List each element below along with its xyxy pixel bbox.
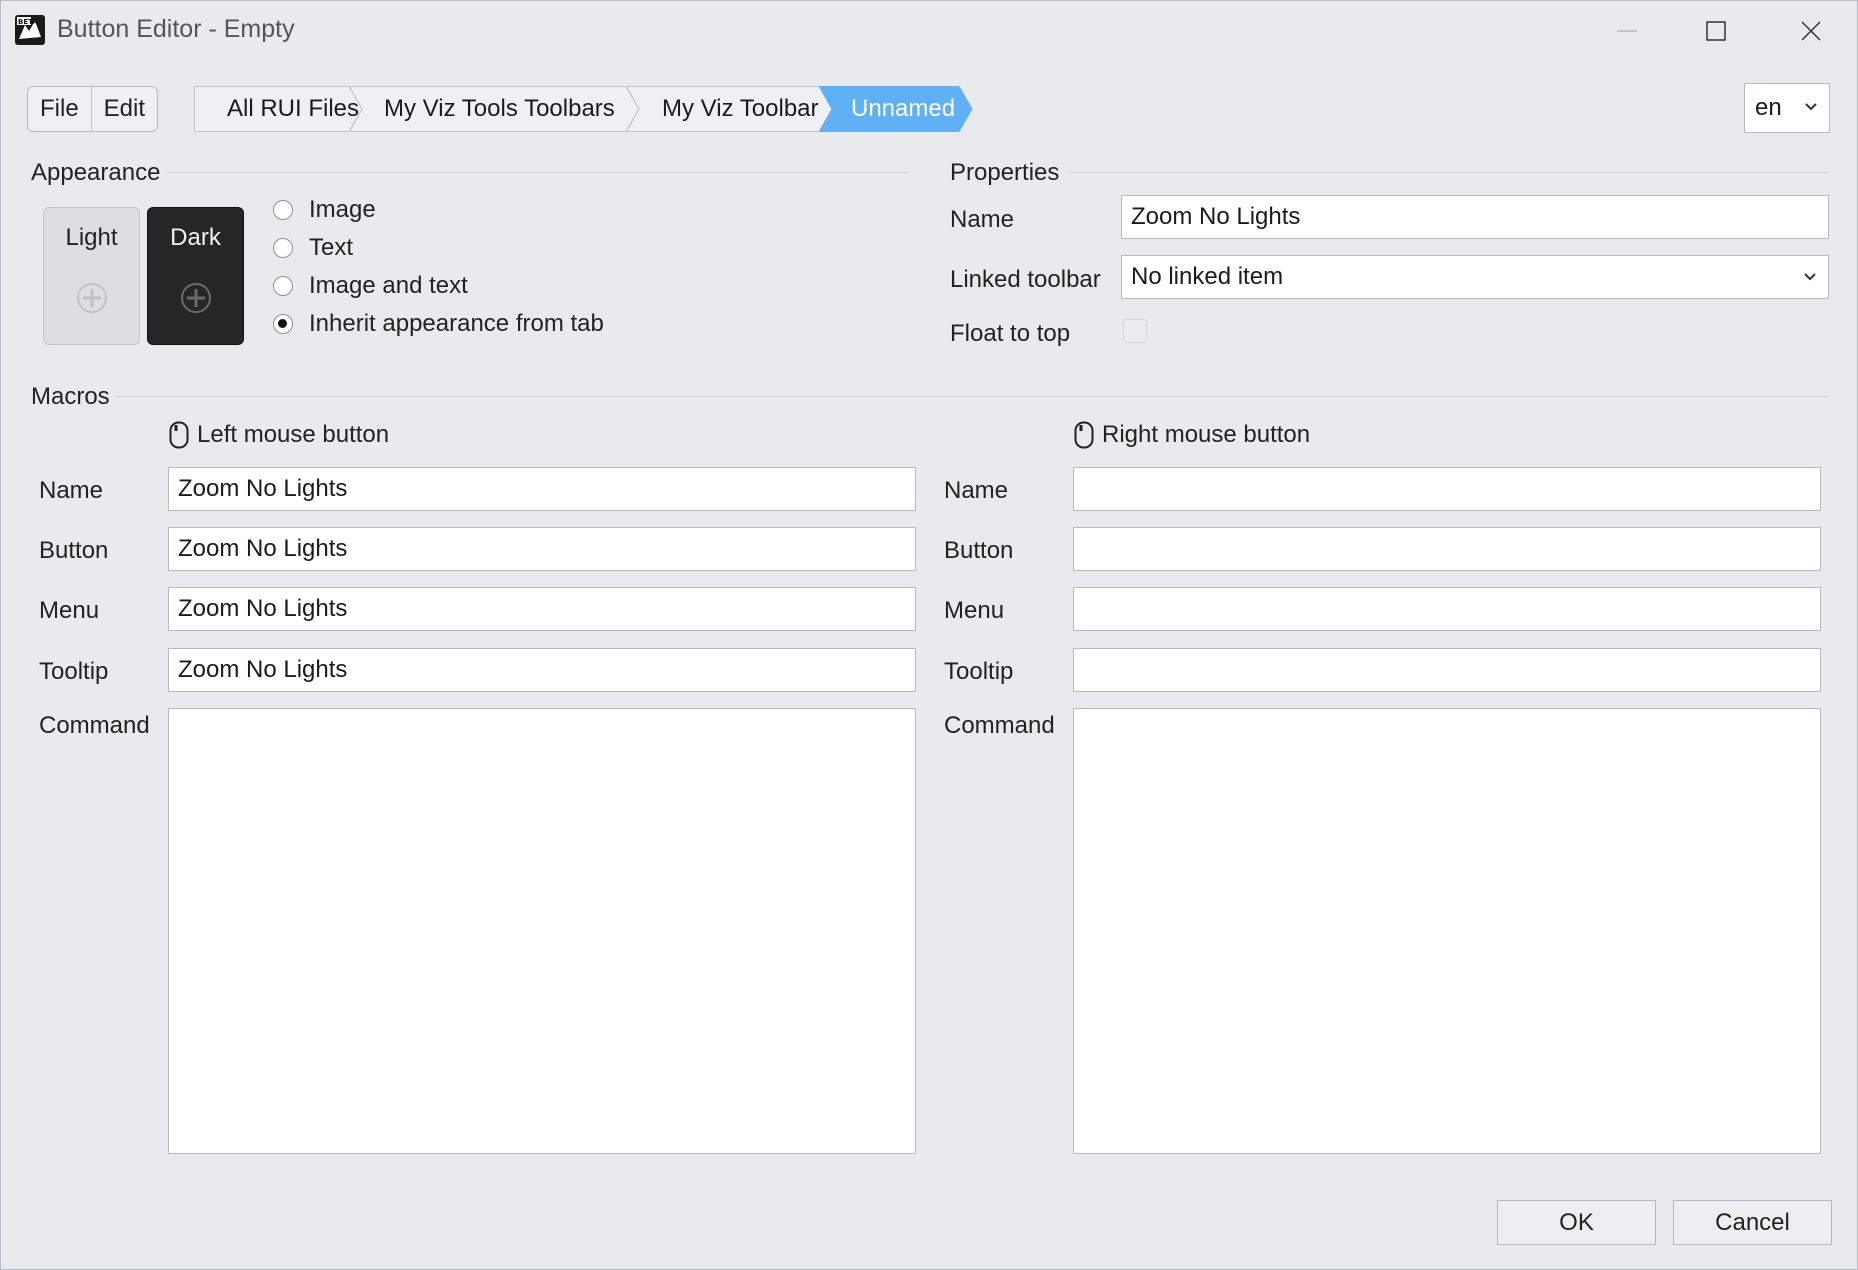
dark-image-swatch[interactable]: Dark [147,207,244,345]
left-menu-label: Menu [39,597,100,624]
right-menu-field[interactable] [1073,587,1821,631]
close-button[interactable] [1791,11,1831,51]
dark-label: Dark [170,224,221,251]
mouse-left-icon [169,421,189,449]
language-value: en [1755,94,1782,121]
maximize-icon [1706,21,1726,41]
right-name-label: Name [944,477,1009,504]
left-mouse-heading: Left mouse button [169,421,389,449]
linked-toolbar-value: No linked item [1131,263,1284,290]
right-tooltip-label: Tooltip [944,658,1014,685]
left-button-field[interactable]: Zoom No Lights [168,527,916,571]
left-menu-field[interactable]: Zoom No Lights [168,587,916,631]
breadcrumb-item-my-viz-toolbar[interactable]: My Viz Toolbar [626,86,834,132]
properties-title: Properties [950,159,1060,186]
left-button-label: Button [39,537,109,564]
appearance-title: Appearance [31,159,161,186]
left-name-field[interactable]: Zoom No Lights [168,467,916,511]
menu-edit[interactable]: Edit [90,87,157,131]
add-image-icon [77,283,107,313]
minimize-button[interactable] [1607,11,1647,51]
minimize-icon [1617,30,1637,32]
menu-file[interactable]: File [28,87,91,131]
left-tooltip-field[interactable]: Zoom No Lights [168,648,916,692]
light-label: Light [65,224,118,251]
right-button-label: Button [944,537,1014,564]
right-tooltip-field[interactable] [1073,648,1821,692]
properties-divider [1069,172,1829,173]
breadcrumb-item-my-viz-tools-toolbars[interactable]: My Viz Tools Toolbars [349,86,641,132]
cancel-button[interactable]: Cancel [1673,1200,1832,1245]
mouse-right-icon [1074,421,1094,449]
radio-image-and-text[interactable]: Image and text [273,271,468,301]
window-title: Button Editor - Empty [57,15,295,43]
maximize-button[interactable] [1696,11,1736,51]
radio-button-selected[interactable] [273,314,293,334]
breadcrumb-item-all-rui-files[interactable]: All RUI Files [194,86,364,132]
right-menu-label: Menu [944,597,1005,624]
radio-label: Text [309,234,354,261]
ok-button[interactable]: OK [1497,1200,1656,1245]
left-mouse-heading-label: Left mouse button [197,421,390,448]
svg-text:BETA: BETA [18,18,38,26]
right-name-field[interactable] [1073,467,1821,511]
properties-name-field[interactable]: Zoom No Lights [1121,195,1829,239]
linked-toolbar-select[interactable]: No linked item [1121,255,1829,299]
left-command-textarea[interactable] [168,708,916,1154]
macros-title: Macros [31,383,110,410]
right-command-textarea[interactable] [1073,708,1821,1154]
right-mouse-heading-label: Right mouse button [1102,421,1311,448]
left-tooltip-label: Tooltip [39,658,109,685]
add-image-icon [181,283,211,313]
radio-button[interactable] [273,276,293,296]
radio-label: Image and text [309,272,468,299]
chevron-down-icon [1804,273,1816,281]
radio-image[interactable]: Image [273,195,376,225]
light-image-swatch[interactable]: Light [43,207,140,345]
radio-text[interactable]: Text [273,233,353,263]
macros-divider [115,396,1829,397]
rhino-beta-icon: BETA [15,15,45,45]
language-select[interactable]: en [1744,83,1830,133]
radio-button[interactable] [273,200,293,220]
chevron-down-icon [1805,103,1817,111]
right-mouse-heading: Right mouse button [1074,421,1310,449]
button-editor-window: BETA Button Editor - Empty File Edit All… [0,0,1858,1270]
menu-bar: File Edit [27,86,159,132]
float-to-top-label: Float to top [950,320,1071,347]
right-command-label: Command [944,712,1055,739]
float-to-top-checkbox[interactable] [1123,319,1147,343]
radio-label: Image [309,196,376,223]
right-button-field[interactable] [1073,527,1821,571]
left-command-label: Command [39,712,150,739]
left-name-label: Name [39,477,104,504]
name-label: Name [950,206,1015,233]
title-bar: BETA Button Editor - Empty [1,1,1857,59]
radio-label: Inherit appearance from tab [309,310,604,337]
close-icon [1801,21,1821,41]
breadcrumb-item-unnamed[interactable]: Unnamed [819,86,974,132]
linked-toolbar-label: Linked toolbar [950,266,1101,293]
appearance-divider [167,172,909,173]
radio-inherit-appearance[interactable]: Inherit appearance from tab [273,309,604,339]
radio-button[interactable] [273,238,293,258]
